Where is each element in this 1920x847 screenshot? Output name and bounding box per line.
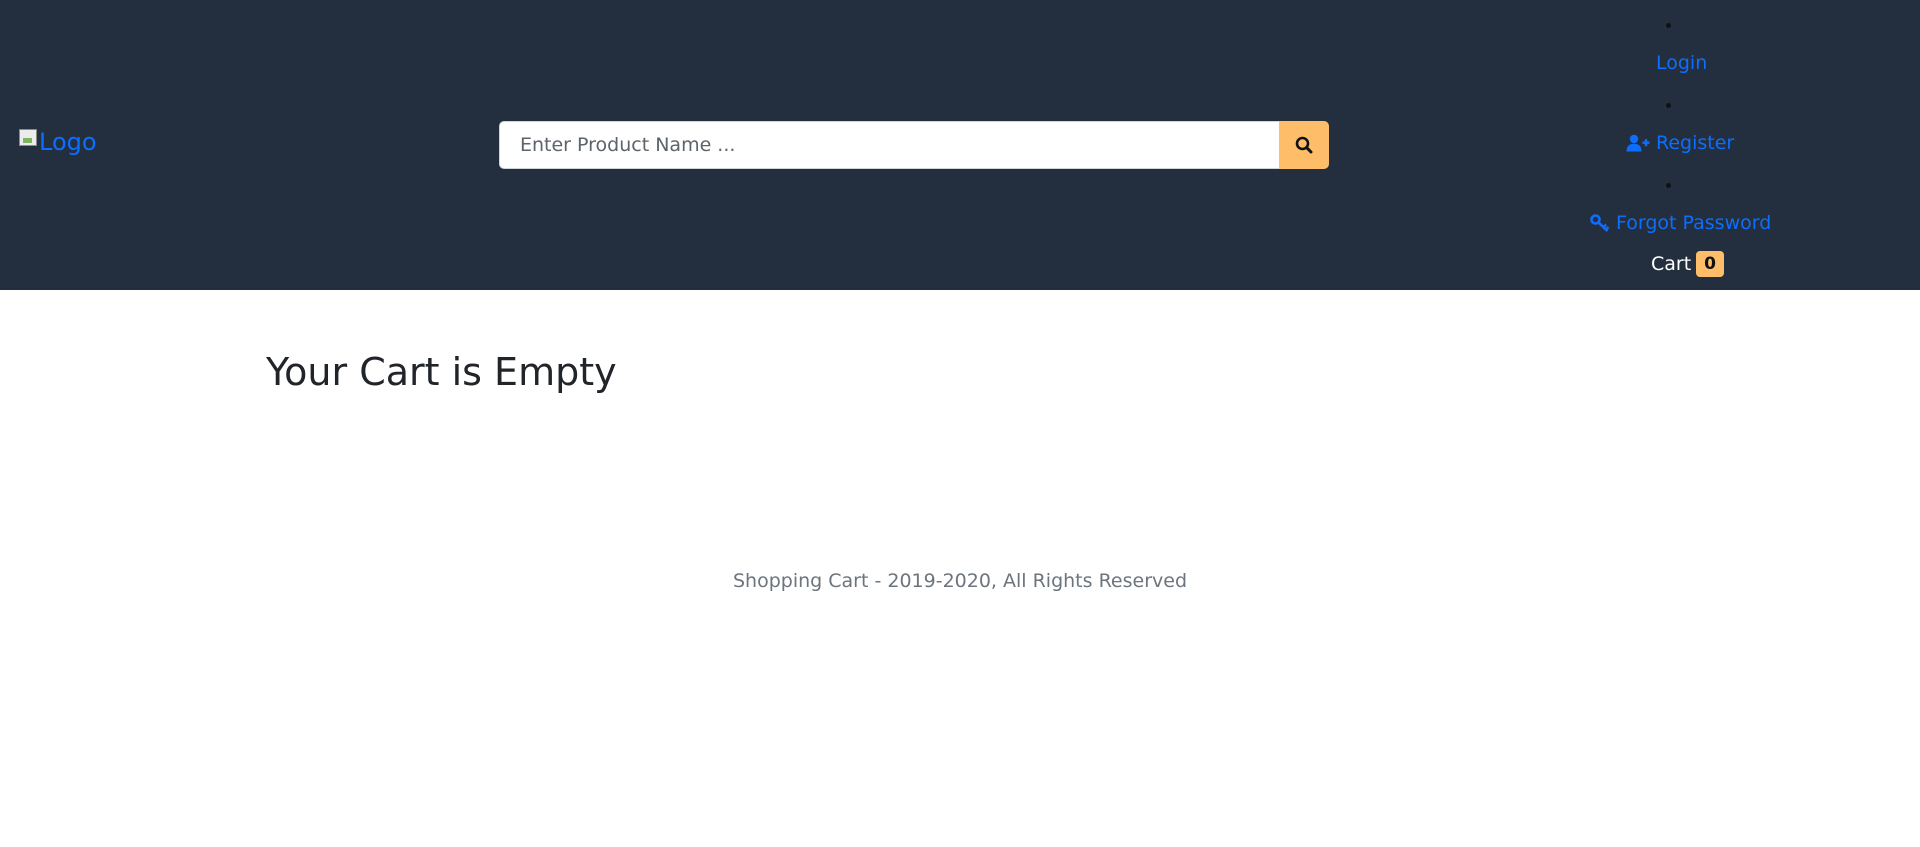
cart-count-badge: 0 bbox=[1696, 251, 1725, 277]
list-bullet bbox=[1666, 183, 1671, 188]
broken-image-icon bbox=[19, 129, 37, 146]
cart-label: Cart bbox=[1651, 253, 1692, 275]
list-bullet bbox=[1666, 23, 1671, 28]
page-title: Your Cart is Empty bbox=[266, 350, 617, 394]
forgot-password-link[interactable]: Forgot Password bbox=[1590, 212, 1771, 234]
register-link[interactable]: Register bbox=[1626, 132, 1734, 154]
register-label: Register bbox=[1656, 132, 1735, 154]
forgot-password-label: Forgot Password bbox=[1616, 212, 1772, 234]
search-form bbox=[499, 121, 1329, 169]
user-plus-icon bbox=[1626, 134, 1650, 152]
logo-link[interactable]: Logo bbox=[19, 128, 97, 156]
logo-alt-text: Logo bbox=[39, 128, 97, 156]
cart-link[interactable]: Cart 0 bbox=[1651, 251, 1725, 277]
login-label: Login bbox=[1656, 52, 1708, 74]
login-link[interactable]: Login bbox=[1656, 52, 1707, 74]
list-bullet bbox=[1666, 103, 1671, 108]
footer-text: Shopping Cart - 2019-2020, All Rights Re… bbox=[732, 570, 1187, 592]
search-input[interactable] bbox=[499, 121, 1279, 169]
search-button[interactable] bbox=[1279, 121, 1329, 169]
top-navbar: Logo Login Register bbox=[0, 0, 1920, 290]
key-icon bbox=[1590, 214, 1610, 232]
search-icon bbox=[1295, 136, 1313, 154]
